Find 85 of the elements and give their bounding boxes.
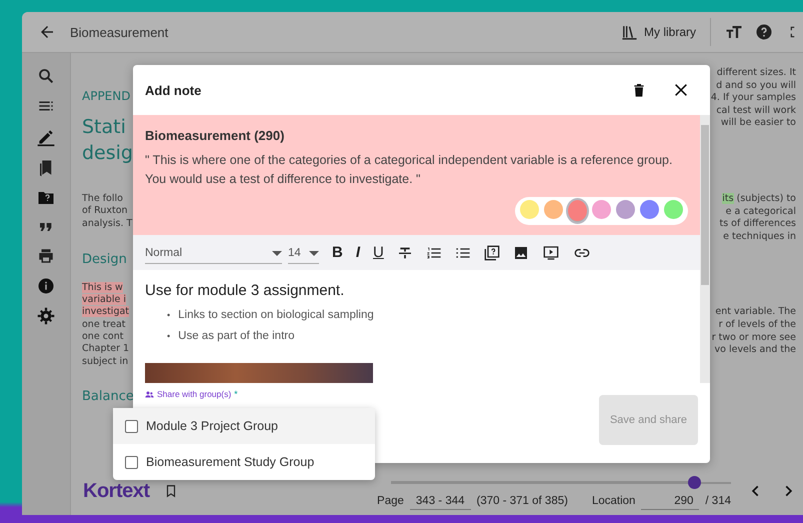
strikethrough-icon[interactable] (396, 244, 413, 260)
page-text: e techniques in (723, 230, 796, 242)
page-text: 4. If your samples (710, 92, 796, 104)
page-text: will be easier to (720, 117, 796, 128)
book-title: Biomeasurement (70, 24, 168, 40)
my-library-link[interactable]: My library (644, 25, 696, 39)
color-swatch[interactable] (592, 200, 611, 219)
page-text: ts of differences (719, 218, 796, 230)
printer-icon[interactable] (37, 247, 55, 265)
page-text: e a categorical (726, 206, 796, 217)
caret-icon (272, 250, 282, 256)
page-text: r two or more see (712, 332, 796, 343)
group-option[interactable]: Biomeasurement Study Group (113, 444, 375, 480)
info-icon[interactable] (37, 277, 55, 295)
source-title: Biomeasurement (290) (145, 128, 286, 143)
text-size-icon[interactable] (725, 23, 743, 41)
underline-button[interactable]: U (373, 244, 384, 260)
page-text: APPEND (82, 89, 130, 103)
page-text: Design (82, 252, 127, 267)
page-text: cal test will work (716, 104, 796, 116)
page-text: vo levels and the (714, 344, 796, 356)
group-name: Biomeasurement Study Group (146, 455, 314, 469)
page-text: d and so you will (716, 80, 796, 91)
settings-icon[interactable] (37, 307, 55, 325)
page-text: one treat (82, 318, 126, 330)
color-swatch[interactable] (616, 200, 635, 219)
help-icon[interactable] (755, 23, 773, 41)
scrollbar[interactable] (700, 115, 710, 383)
video-icon[interactable] (542, 244, 560, 260)
group-name: Module 3 Project Group (146, 419, 278, 433)
bullet-marker: • (167, 309, 170, 322)
dialog-title: Add note (145, 82, 202, 98)
numbered-list-icon[interactable] (426, 244, 442, 260)
people-icon (145, 390, 154, 398)
share-with-groups-link[interactable]: Share with group(s) (157, 389, 232, 399)
bullet-marker: • (167, 330, 170, 343)
caret-icon (309, 250, 319, 256)
page-label: Page (377, 495, 404, 507)
image-icon[interactable] (512, 244, 529, 260)
page-text: desig (82, 142, 133, 164)
page-text: one cont (82, 331, 124, 342)
required-mark: * (234, 389, 238, 399)
color-swatch[interactable] (664, 200, 683, 219)
page-text: This is w (82, 282, 123, 293)
page-field[interactable]: 343 - 344 (410, 495, 471, 510)
page-text: its (722, 192, 734, 204)
page-text: Stati (82, 116, 126, 138)
page-text: of Ruxton (82, 205, 128, 216)
note-heading: Use for module 3 assignment. (145, 282, 346, 299)
folder-question-icon[interactable] (36, 189, 56, 207)
italic-button[interactable]: I (356, 244, 360, 260)
page-text: investigat (82, 306, 130, 318)
books-icon (620, 24, 638, 40)
color-swatch[interactable] (640, 200, 659, 219)
note-bullet: Use as part of the intro (178, 329, 294, 344)
page-text: analysis. T (82, 218, 132, 229)
page-text: The follo (82, 193, 123, 204)
close-icon[interactable] (673, 82, 689, 98)
location-total: / 314 (705, 495, 731, 507)
color-swatch[interactable] (520, 200, 539, 219)
page-text: Balance (82, 388, 134, 404)
kortext-logo: Kortext (83, 480, 150, 502)
quoted-text: " This is where one of the categories of a categorical independent variable is a reference group. You would use a test of difference to investigate. " (145, 152, 674, 188)
checkbox[interactable] (125, 420, 138, 432)
color-swatch[interactable] (544, 200, 563, 219)
page-text: variable i (82, 294, 126, 306)
font-size-dropdown[interactable]: 14 (288, 242, 319, 264)
question-box-icon[interactable] (484, 244, 500, 260)
slider-thumb[interactable] (688, 476, 701, 489)
color-swatch[interactable] (568, 200, 587, 222)
page-text: different sizes. It (716, 67, 796, 78)
checkbox[interactable] (125, 456, 138, 468)
page-total: (370 - 371 of 385) (476, 495, 568, 507)
group-option[interactable]: Module 3 Project Group (113, 408, 375, 444)
page-text: r of levels of the (718, 318, 796, 330)
page-text: Chapter 1 (82, 343, 130, 354)
style-dropdown[interactable]: Normal (145, 242, 282, 264)
page-text: (subjects) to (736, 192, 796, 204)
location-field[interactable]: 290 (641, 495, 700, 510)
location-label: Location (592, 495, 636, 507)
page-text: ent variable. The (715, 306, 796, 318)
note-bullet: Links to section on biological sampling (178, 308, 374, 323)
search-icon[interactable] (37, 67, 55, 85)
bold-button[interactable]: B (332, 244, 343, 260)
page-text: subject in (82, 356, 128, 367)
